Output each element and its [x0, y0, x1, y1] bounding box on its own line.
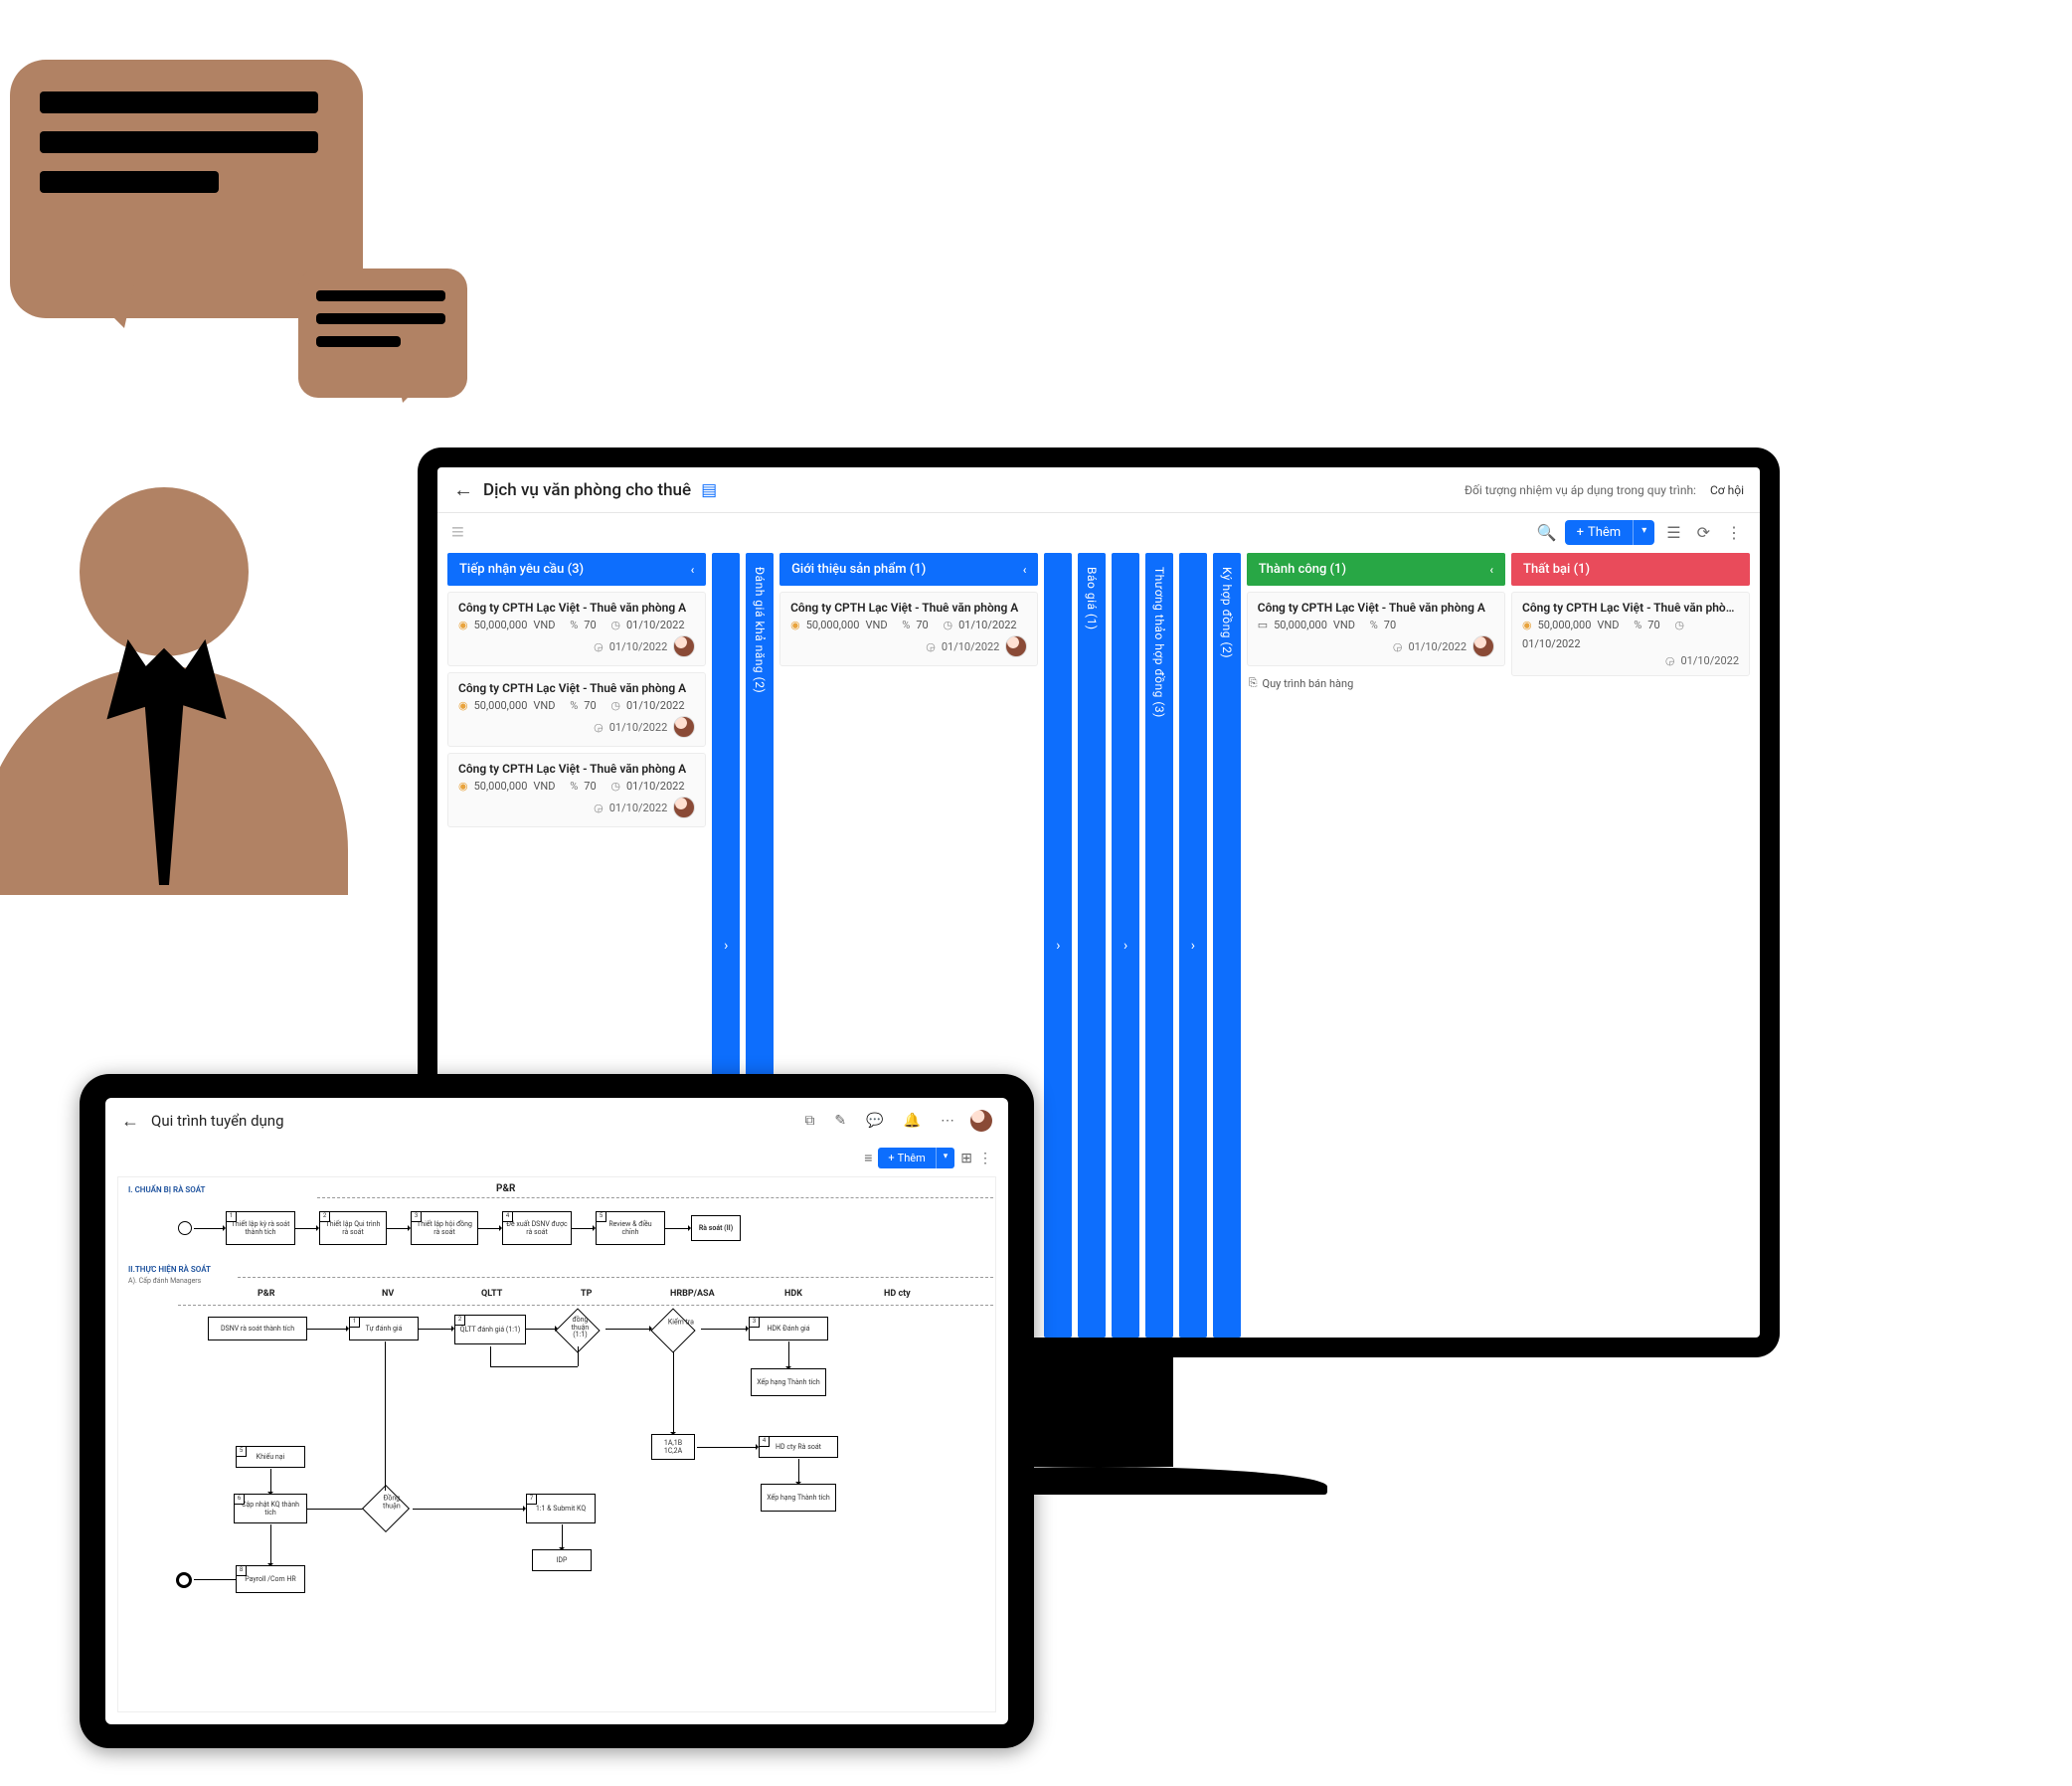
speech-bubble-small — [298, 268, 467, 398]
clock-icon: ◷ — [610, 619, 620, 631]
kanban-card[interactable]: Công ty CPTH Lạc Việt - Thuê văn phòng A… — [1511, 592, 1750, 676]
section-label: I. CHUẨN BỊ RÀ SOÁT — [128, 1185, 205, 1194]
copy-icon[interactable]: ⧉ — [800, 1113, 818, 1129]
comment-icon[interactable]: 💬 — [862, 1113, 887, 1129]
flow-node[interactable]: Xếp hạng Thành tích — [761, 1484, 836, 1512]
flow-node[interactable]: IDP — [532, 1549, 592, 1571]
kanban-card[interactable]: Công ty CPTH Lạc Việt - Thuê văn phòng A… — [779, 592, 1038, 666]
edit-icon[interactable]: ✎ — [830, 1113, 850, 1129]
start-node — [178, 1221, 192, 1235]
lane-header: HDK — [784, 1289, 802, 1299]
kanban-card[interactable]: Công ty CPTH Lạc Việt - Thuê văn phòng A… — [1247, 592, 1505, 666]
page-title: Qui trình tuyển dụng — [151, 1112, 284, 1130]
flow-node[interactable]: Tự đánh giá — [349, 1317, 419, 1340]
column-expand[interactable]: › — [1112, 553, 1139, 1338]
column-bao-gia[interactable]: Báo giá (1) — [1078, 553, 1106, 1338]
search-icon[interactable]: 🔍 — [1537, 523, 1557, 542]
flow-node[interactable]: Payroll /Com HR — [236, 1565, 305, 1593]
kanban-card[interactable]: Công ty CPTH Lạc Việt - Thuê văn phòng A… — [447, 672, 706, 747]
percent-icon: % — [570, 619, 578, 631]
exit-icon: ⎘ — [1249, 676, 1258, 690]
lane-header: QLTT — [481, 1289, 502, 1299]
column-header[interactable]: Thành công (1)‹ — [1247, 553, 1505, 586]
flow-node[interactable]: Khiếu nại — [236, 1446, 305, 1468]
flow-node[interactable]: HDK Đánh giá — [749, 1317, 828, 1340]
meta-value: Cơ hội — [1710, 483, 1744, 497]
menu-icon[interactable]: ≡ — [451, 519, 464, 545]
add-button[interactable]: + Thêm — [1565, 520, 1634, 545]
refresh-icon[interactable]: ⟳ — [1693, 523, 1714, 542]
lane-header: NV — [382, 1289, 394, 1299]
flow-node[interactable]: Đề xuất DSNV được rà soát — [502, 1211, 572, 1245]
column-ky-hd[interactable]: Ký hợp đồng (2) — [1213, 553, 1241, 1338]
decision-node[interactable]: Đồng thuận — [362, 1485, 410, 1532]
column-expand[interactable]: › — [1044, 553, 1072, 1338]
document-icon[interactable]: ▤ — [701, 480, 717, 500]
flow-node[interactable]: QLTT đánh giá (1:1) — [454, 1315, 526, 1344]
toolbar: ≡ 🔍 + Thêm ▾ ☰ ⟳ ⋮ — [437, 513, 1760, 553]
flow-node[interactable]: Xếp hạng Thành tích — [751, 1368, 826, 1396]
more-icon[interactable]: ⋮ — [978, 1151, 992, 1166]
flow-node[interactable]: Review & điều chỉnh — [596, 1211, 665, 1245]
flow-node[interactable]: Cập nhật KQ thành tích — [234, 1494, 307, 1523]
flow-node[interactable]: DSNV rà soát thành tích — [208, 1317, 307, 1340]
column-expand[interactable]: › — [1179, 553, 1207, 1338]
column-thanh-cong: Thành công (1)‹ Công ty CPTH Lạc Việt - … — [1247, 553, 1505, 1338]
column-header[interactable]: Tiếp nhận yêu cầu (3)‹ — [447, 553, 706, 586]
flow-node[interactable]: Thiết lập kỳ rà soát thành tích — [226, 1211, 295, 1245]
tablet-device: ← Qui trình tuyển dụng ⧉ ✎ 💬 🔔 ⋯ ≡ + Thê… — [80, 1074, 1034, 1748]
add-dropdown[interactable]: ▾ — [936, 1148, 955, 1168]
lane-header: HRBP/ASA — [670, 1289, 715, 1299]
align-icon[interactable]: ≡ — [864, 1150, 872, 1166]
chevron-left-icon[interactable]: ‹ — [691, 563, 695, 577]
lane-header: P&R — [258, 1289, 275, 1299]
flowchart-canvas[interactable]: I. CHUẨN BỊ RÀ SOÁT P&R Thiết lập kỳ rà … — [117, 1176, 996, 1712]
lane-header: HD cty — [884, 1289, 911, 1299]
avatar — [673, 635, 695, 657]
avatar — [673, 716, 695, 738]
kanban-card[interactable]: Công ty CPTH Lạc Việt - Thuê văn phòng A… — [447, 753, 706, 827]
more-icon[interactable]: ⋯ — [937, 1113, 958, 1129]
section-label: II.THỰC HIỆN RÀ SOÁT — [128, 1265, 211, 1274]
process-link[interactable]: ⎘Quy trình bán hàng — [1247, 672, 1505, 694]
avatar[interactable] — [970, 1110, 992, 1132]
tablet-toolbar: ≡ + Thêm ▾ ⊞ ⋮ — [105, 1144, 1008, 1176]
back-button[interactable]: ← — [121, 1111, 139, 1132]
section-sublabel: A). Cấp đánh Managers — [128, 1277, 201, 1285]
flow-node[interactable]: Thiết lập Qui trình rà soát — [319, 1211, 387, 1245]
flow-node[interactable]: HD cty Rà soát — [759, 1436, 838, 1458]
page-title: Dịch vụ văn phòng cho thuê — [483, 480, 691, 500]
column-thuong-thao[interactable]: Thương thảo hợp đồng (3) — [1145, 553, 1173, 1338]
back-button[interactable]: ← — [453, 477, 473, 502]
person-decorative — [0, 60, 477, 676]
column-header[interactable]: Giới thiệu sản phẩm (1)‹ — [779, 553, 1038, 586]
decision-node[interactable]: Kiểm tra — [650, 1308, 695, 1352]
grid-icon[interactable]: ⊞ — [960, 1151, 972, 1166]
more-icon[interactable]: ⋮ — [1722, 523, 1746, 542]
list-view-icon[interactable]: ☰ — [1662, 523, 1684, 542]
add-dropdown[interactable]: ▾ — [1633, 520, 1654, 545]
meta-label: Đối tượng nhiệm vụ áp dụng trong quy trì… — [1465, 483, 1696, 497]
lane-header: P&R — [496, 1183, 515, 1194]
flow-node[interactable]: 1A,1B 1C,2A — [651, 1434, 695, 1460]
kanban-card[interactable]: Công ty CPTH Lạc Việt - Thuê văn phòng A… — [447, 592, 706, 666]
currency-icon: ◉ — [458, 619, 468, 631]
end-node — [176, 1572, 192, 1588]
flow-node[interactable]: 1:1 & Submit KQ — [526, 1494, 596, 1523]
column-that-bai: Thất bại (1) Công ty CPTH Lạc Việt - Thu… — [1511, 553, 1750, 1338]
bell-icon[interactable]: 🔔 — [900, 1113, 925, 1129]
flow-node[interactable]: Rà soát (II) — [691, 1215, 741, 1241]
avatar — [673, 797, 695, 818]
page-header: ← Dịch vụ văn phòng cho thuê ▤ Đối tượng… — [437, 467, 1760, 513]
lane-header: TP — [581, 1289, 592, 1299]
add-button[interactable]: + Thêm — [878, 1148, 935, 1168]
tablet-header: ← Qui trình tuyển dụng ⧉ ✎ 💬 🔔 ⋯ — [105, 1098, 1008, 1144]
column-header[interactable]: Thất bại (1) — [1511, 553, 1750, 586]
flow-node[interactable]: Thiết lập hội đồng rà soát — [411, 1211, 478, 1245]
